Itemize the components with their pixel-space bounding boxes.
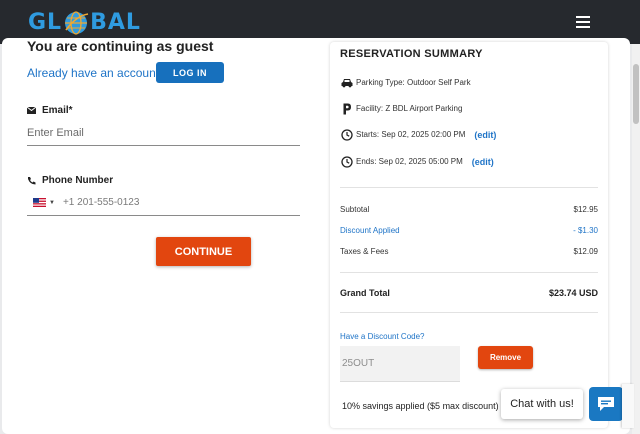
subtotal-value: $12.95 — [573, 205, 598, 214]
facility-text: Facility: Z BDL Airport Parking — [356, 104, 463, 113]
edit-start-link[interactable]: (edit) — [474, 130, 496, 140]
guest-title: You are continuing as guest — [27, 38, 214, 54]
taxes-label: Taxes & Fees — [340, 247, 389, 256]
phone-label: Phone Number — [27, 175, 113, 186]
guest-checkout-form: You are continuing as guest Already have… — [2, 38, 322, 434]
grand-total-label: Grand Total — [340, 288, 390, 298]
summary-divider — [340, 187, 598, 188]
summary-divider — [340, 312, 598, 313]
clock-icon — [340, 128, 353, 141]
parking-type-text: Parking Type: Outdoor Self Park — [356, 78, 471, 87]
continue-button[interactable]: CONTINUE — [156, 237, 251, 266]
recaptcha-badge — [622, 384, 634, 428]
phone-icon — [28, 177, 36, 185]
phone-field: ▼ — [27, 190, 300, 216]
edit-end-link[interactable]: (edit) — [472, 157, 494, 167]
grand-total-row: Grand Total $23.74 USD — [340, 288, 598, 298]
car-icon — [341, 78, 352, 87]
subtotal-row: Subtotal $12.95 — [340, 205, 598, 214]
reservation-summary: RESERVATION SUMMARY Parking Type: Outdoo… — [330, 42, 608, 428]
discount-label: Discount Applied — [340, 226, 400, 235]
country-dropdown-caret-icon[interactable]: ▼ — [49, 200, 55, 206]
clock-icon — [340, 155, 353, 168]
global-logo[interactable]: GL BAL — [28, 8, 141, 38]
taxes-row: Taxes & Fees $12.09 — [340, 247, 598, 256]
parking-type-row: Parking Type: Outdoor Self Park — [340, 76, 471, 89]
phone-label-text: Phone Number — [42, 175, 114, 186]
logo-text-left: GL — [28, 10, 63, 35]
ends-row: Ends: Sep 02, 2025 05:00 PM (edit) — [340, 155, 494, 168]
discount-value: - $1.30 — [573, 226, 598, 235]
chat-with-us-bubble[interactable]: Chat with us! — [501, 389, 583, 419]
summary-title: RESERVATION SUMMARY — [340, 48, 483, 60]
summary-divider — [340, 272, 598, 273]
chat-launcher-button[interactable] — [589, 387, 623, 421]
page-scrollbar[interactable] — [632, 44, 640, 434]
taxes-value: $12.09 — [573, 247, 598, 256]
subtotal-label: Subtotal — [340, 205, 370, 214]
envelope-icon — [27, 107, 36, 114]
hamburger-menu-icon[interactable] — [576, 16, 590, 28]
have-account-link[interactable]: Already have an account? — [27, 66, 166, 80]
discount-code-link[interactable]: Have a Discount Code? — [340, 332, 425, 341]
email-label-text: Email* — [42, 105, 73, 116]
logo-text-right: BAL — [90, 10, 141, 35]
discount-row: Discount Applied - $1.30 — [340, 226, 598, 235]
us-flag-icon[interactable] — [33, 198, 46, 207]
globe-icon — [65, 11, 89, 35]
starts-text: Starts: Sep 02, 2025 02:00 PM — [356, 130, 466, 139]
chat-icon — [598, 397, 614, 411]
checkout-card: You are continuing as guest Already have… — [2, 38, 630, 434]
grand-total-value: $23.74 USD — [548, 288, 598, 298]
parking-p-icon — [343, 103, 351, 114]
email-label: Email* — [27, 105, 73, 116]
facility-row: Facility: Z BDL Airport Parking — [340, 102, 462, 115]
email-input[interactable] — [27, 120, 300, 146]
savings-note: 10% savings applied ($5 max discount) — [342, 401, 499, 411]
discount-code-input[interactable] — [340, 346, 460, 382]
ends-text: Ends: Sep 02, 2025 05:00 PM — [356, 157, 463, 166]
scrollbar-thumb[interactable] — [633, 64, 639, 124]
login-button[interactable]: LOG IN — [156, 62, 224, 83]
starts-row: Starts: Sep 02, 2025 02:00 PM (edit) — [340, 128, 496, 141]
remove-discount-button[interactable]: Remove — [478, 346, 533, 369]
phone-input[interactable] — [62, 197, 263, 208]
